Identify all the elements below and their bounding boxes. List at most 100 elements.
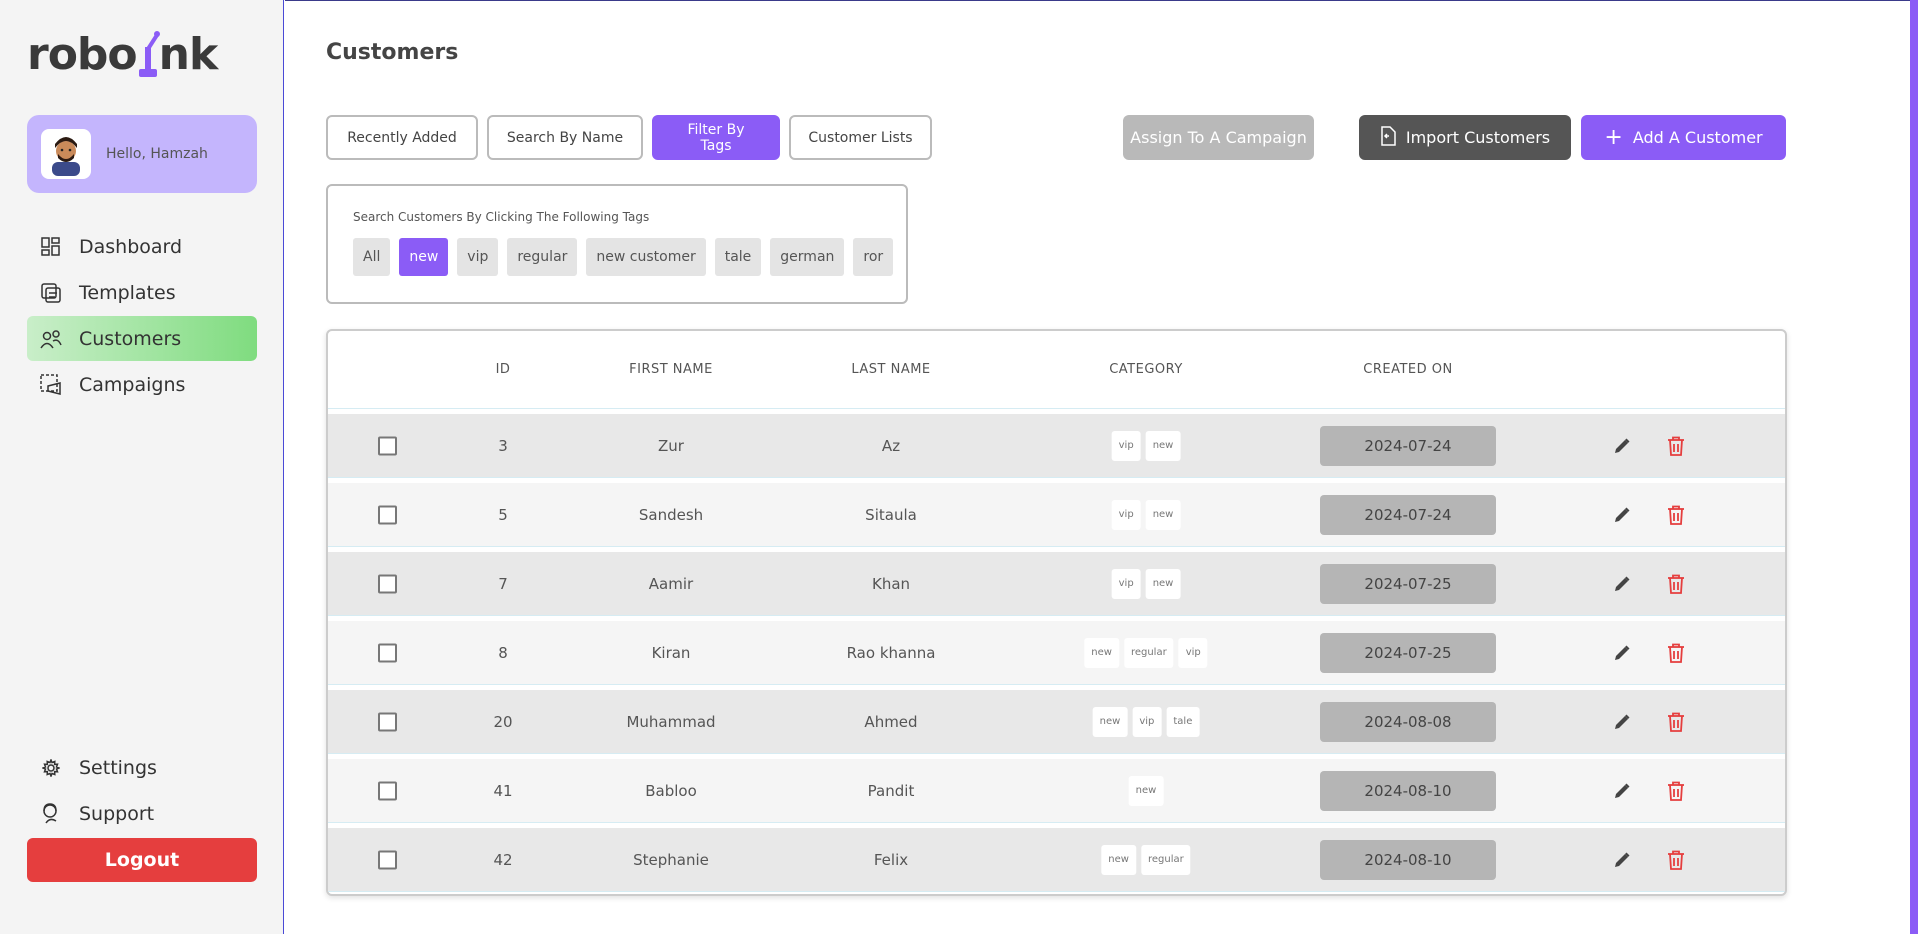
table-header: ID FIRST NAME LAST NAME CATEGORY CREATED… bbox=[328, 331, 1785, 409]
row-checkbox[interactable] bbox=[378, 643, 397, 662]
add-customer-label: Add A Customer bbox=[1632, 128, 1763, 147]
edit-icon[interactable] bbox=[1610, 641, 1634, 665]
header-last-name[interactable]: LAST NAME bbox=[851, 362, 930, 377]
sidebar-item-label: Campaigns bbox=[79, 373, 186, 396]
row-checkbox[interactable] bbox=[378, 574, 397, 593]
cell-last-name: Rao khanna bbox=[846, 643, 936, 662]
sidebar-item-campaigns[interactable]: Campaigns bbox=[27, 362, 257, 407]
tag-new[interactable]: new bbox=[399, 238, 449, 276]
header-category[interactable]: CATEGORY bbox=[1109, 362, 1183, 377]
cell-id: 20 bbox=[493, 712, 513, 731]
cell-id: 8 bbox=[498, 643, 508, 662]
created-on-badge: 2024-07-25 bbox=[1320, 632, 1496, 673]
table-row: 5 Sandesh Sitaula vip new 2024-07-24 bbox=[328, 483, 1785, 547]
cell-created-on: 2024-07-24 bbox=[1320, 425, 1496, 466]
sidebar-item-customers[interactable]: Customers bbox=[27, 316, 257, 361]
row-checkbox[interactable] bbox=[378, 781, 397, 800]
delete-icon[interactable] bbox=[1664, 503, 1688, 527]
sidebar-item-settings[interactable]: Settings bbox=[27, 745, 257, 790]
tag-vip[interactable]: vip bbox=[457, 238, 499, 276]
delete-icon[interactable] bbox=[1664, 572, 1688, 596]
category-badge: new bbox=[1145, 499, 1181, 530]
main-content: Customers Recently Added Search By Name … bbox=[285, 0, 1918, 934]
cell-created-on: 2024-07-25 bbox=[1320, 563, 1496, 604]
customers-table: ID FIRST NAME LAST NAME CATEGORY CREATED… bbox=[326, 329, 1787, 896]
edit-icon[interactable] bbox=[1610, 572, 1634, 596]
edit-icon[interactable] bbox=[1610, 503, 1634, 527]
logout-button[interactable]: Logout bbox=[27, 838, 257, 882]
tab-recently-added[interactable]: Recently Added bbox=[326, 115, 478, 160]
tag-ror[interactable]: ror bbox=[853, 238, 894, 276]
cell-first-name: Muhammad bbox=[626, 712, 716, 731]
tag-filter-hint: Search Customers By Clicking The Followi… bbox=[353, 210, 650, 224]
avatar-icon bbox=[52, 137, 80, 176]
import-file-icon bbox=[1380, 125, 1396, 150]
tab-filter-by-tags[interactable]: Filter By Tags bbox=[652, 115, 780, 160]
tag-german[interactable]: german bbox=[770, 238, 845, 276]
tag-regular[interactable]: regular bbox=[507, 238, 578, 276]
created-on-badge: 2024-07-25 bbox=[1320, 563, 1496, 604]
support-icon bbox=[39, 802, 63, 826]
import-customers-button[interactable]: Import Customers bbox=[1359, 115, 1571, 160]
logo[interactable]: robo nk bbox=[27, 26, 218, 82]
category-badge: vip bbox=[1178, 637, 1208, 668]
created-on-badge: 2024-07-24 bbox=[1320, 425, 1496, 466]
cell-category: new bbox=[1128, 775, 1164, 806]
sidebar-item-templates[interactable]: Templates bbox=[27, 270, 257, 315]
cell-id: 3 bbox=[498, 436, 508, 455]
header-created-on[interactable]: CREATED ON bbox=[1363, 362, 1452, 377]
user-card[interactable]: Hello, Hamzah bbox=[27, 115, 257, 193]
sidebar: robo nk Hello, Hamzah Dashboard Template… bbox=[0, 0, 284, 934]
category-badge: regular bbox=[1123, 637, 1174, 668]
cell-first-name: Aamir bbox=[648, 574, 694, 593]
tag-filter-panel: Search Customers By Clicking The Followi… bbox=[326, 184, 908, 304]
robot-arm-logo-icon bbox=[138, 31, 160, 77]
row-checkbox[interactable] bbox=[378, 712, 397, 731]
category-badge: vip bbox=[1111, 499, 1141, 530]
add-customer-button[interactable]: + Add A Customer bbox=[1581, 115, 1786, 160]
created-on-badge: 2024-08-08 bbox=[1320, 701, 1496, 742]
edit-icon[interactable] bbox=[1610, 779, 1634, 803]
cell-last-name: Ahmed bbox=[864, 712, 918, 731]
row-checkbox[interactable] bbox=[378, 505, 397, 524]
delete-icon[interactable] bbox=[1664, 779, 1688, 803]
row-checkbox[interactable] bbox=[378, 436, 397, 455]
plus-icon: + bbox=[1604, 124, 1623, 150]
tag-all[interactable]: All bbox=[353, 238, 391, 276]
header-first-name[interactable]: FIRST NAME bbox=[629, 362, 713, 377]
sidebar-item-dashboard[interactable]: Dashboard bbox=[27, 224, 257, 269]
cell-category: new regular bbox=[1101, 844, 1191, 875]
campaigns-icon bbox=[39, 373, 63, 397]
tag-tale[interactable]: tale bbox=[714, 238, 762, 276]
cell-created-on: 2024-08-10 bbox=[1320, 770, 1496, 811]
user-greeting: Hello, Hamzah bbox=[106, 146, 208, 162]
cell-created-on: 2024-07-25 bbox=[1320, 632, 1496, 673]
delete-icon[interactable] bbox=[1664, 848, 1688, 872]
table-row: 41 Babloo Pandit new 2024-08-10 bbox=[328, 759, 1785, 823]
cell-first-name: Babloo bbox=[645, 781, 697, 800]
header-id[interactable]: ID bbox=[496, 362, 511, 377]
delete-icon[interactable] bbox=[1664, 710, 1688, 734]
page-title: Customers bbox=[326, 40, 459, 65]
top-divider bbox=[285, 0, 1918, 1]
assign-campaign-button[interactable]: Assign To A Campaign bbox=[1123, 115, 1314, 160]
cell-id: 41 bbox=[493, 781, 513, 800]
avatar bbox=[41, 129, 91, 179]
cell-category: vip new bbox=[1111, 430, 1181, 461]
tab-customer-lists[interactable]: Customer Lists bbox=[789, 115, 932, 160]
cell-first-name: Zur bbox=[658, 436, 684, 455]
delete-icon[interactable] bbox=[1664, 641, 1688, 665]
edit-icon[interactable] bbox=[1610, 848, 1634, 872]
category-badge: vip bbox=[1111, 430, 1141, 461]
tag-new-customer[interactable]: new customer bbox=[586, 238, 706, 276]
delete-icon[interactable] bbox=[1664, 434, 1688, 458]
table-row: 3 Zur Az vip new 2024-07-24 bbox=[328, 414, 1785, 478]
edit-icon[interactable] bbox=[1610, 710, 1634, 734]
row-checkbox[interactable] bbox=[378, 850, 397, 869]
import-customers-label: Import Customers bbox=[1405, 128, 1551, 147]
assign-campaign-label: Assign To A Campaign bbox=[1130, 128, 1307, 147]
edit-icon[interactable] bbox=[1610, 434, 1634, 458]
sidebar-item-support[interactable]: Support bbox=[27, 791, 257, 836]
created-on-badge: 2024-07-24 bbox=[1320, 494, 1496, 535]
tab-search-by-name[interactable]: Search By Name bbox=[487, 115, 643, 160]
